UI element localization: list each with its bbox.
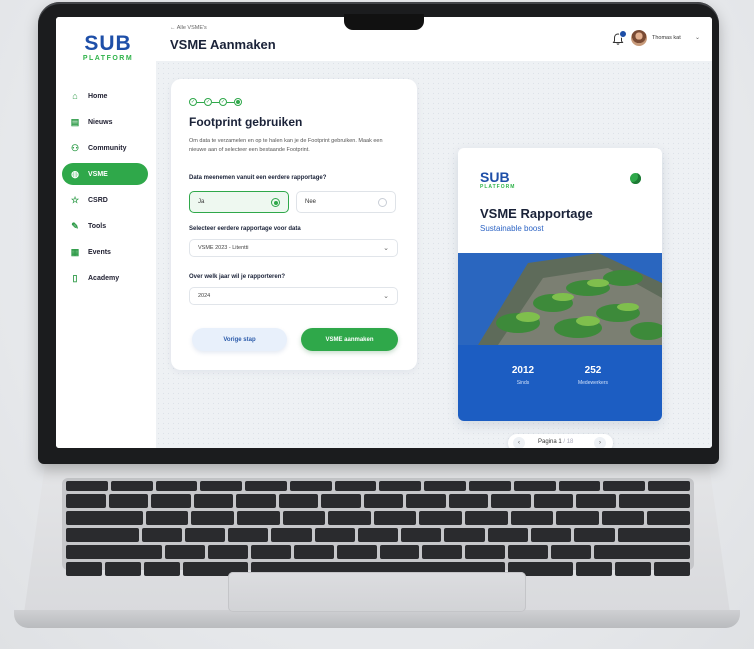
page-indicator: Pagina 1 / 18 [538, 439, 573, 445]
camera-notch [344, 14, 424, 30]
star-icon: ☆ [70, 194, 80, 205]
chevron-down-icon: ⌄ [383, 245, 389, 252]
logo-text: SUB [84, 32, 132, 55]
sidebar-item-nieuws[interactable]: ▤ Nieuws [62, 111, 148, 133]
wizard-card: ✓ ✓ ✓ Footprint gebruiken Om data te ver… [171, 79, 417, 370]
report-select[interactable]: VSME 2023 - Litentti ⌄ [189, 239, 398, 257]
pager: ‹ Pagina 1 / 18 › [508, 434, 613, 448]
building-image [458, 253, 662, 345]
step-complete-icon: ✓ [219, 98, 227, 106]
tools-icon: ✎ [71, 220, 79, 231]
page-total: / 18 [563, 439, 574, 445]
sidebar-item-label: CSRD [88, 196, 108, 204]
sidebar-item-tools[interactable]: ✎ Tools [62, 215, 148, 237]
question-import-label: Data meenemen vanuit een eerdere rapport… [189, 175, 327, 181]
vsme-icon: ◍ [71, 168, 79, 179]
step-connector [197, 101, 204, 103]
preview-logo-text: SUB [480, 169, 510, 185]
sidebar-item-label: VSME [88, 170, 108, 178]
chevron-right-icon[interactable]: › [594, 437, 606, 448]
sidebar-item-vsme[interactable]: ◍ VSME [62, 163, 148, 185]
page-title: VSME Aanmaken [170, 37, 276, 52]
report-select-value: VSME 2023 - Litentti [198, 245, 249, 251]
stat-founded: 2012 Sinds [488, 365, 558, 386]
logo[interactable]: SUB PLATFORM [76, 33, 140, 63]
keyboard [62, 478, 694, 576]
sidebar-item-community[interactable]: ⚇ Community [62, 137, 148, 159]
preview-logo-subtext: PLATFORM [480, 184, 516, 190]
radio-icon[interactable] [378, 198, 387, 207]
preview-stats: 2012 Sinds 252 Medewerkers [458, 345, 662, 421]
wizard-title: Footprint gebruiken [189, 115, 303, 129]
sidebar-item-label: Tools [88, 222, 107, 230]
year-select[interactable]: 2024 ⌄ [189, 287, 398, 305]
notification-badge [619, 30, 627, 38]
sidebar-item-home[interactable]: ⌂ Home [62, 85, 148, 107]
option-no-label: Nee [305, 199, 317, 205]
preview-subtitle: Sustainable boost [480, 224, 544, 233]
stat-founded-value: 2012 [511, 365, 535, 376]
logo-subtext: PLATFORM [82, 55, 134, 62]
stat-employees-value: 252 [584, 365, 602, 376]
trackpad [228, 572, 526, 612]
sidebar-item-label: Home [88, 92, 108, 100]
stat-employees-label: Medewerkers [577, 380, 608, 386]
stat-employees: 252 Medewerkers [558, 365, 628, 386]
home-icon: ⌂ [72, 91, 78, 101]
wizard-description: Om data te verzamelen en op te halen kan… [189, 138, 383, 153]
question-year-label: Over welk jaar wil je rapporteren? [189, 274, 286, 280]
preview-logo: SUB PLATFORM [480, 170, 515, 190]
community-icon: ⚇ [70, 142, 80, 153]
calendar-icon: ▦ [70, 246, 80, 257]
page-current: Pagina 1 [538, 439, 562, 445]
screen: SUB PLATFORM ⌂ Home ▤ Nieuws ⚇ Community… [56, 17, 712, 448]
step-complete-icon: ✓ [204, 98, 212, 106]
step-indicator: ✓ ✓ ✓ [189, 98, 242, 106]
chevron-down-icon[interactable]: ⌄ [695, 34, 700, 41]
question-report-label: Selecteer eerdere rapportage voor data [189, 226, 301, 232]
main-content: ✓ ✓ ✓ Footprint gebruiken Om data te ver… [156, 61, 712, 448]
sidebar-item-label: Nieuws [88, 118, 113, 126]
sidebar-nav: ⌂ Home ▤ Nieuws ⚇ Community ◍ VSME ☆ CSR… [62, 85, 148, 293]
step-connector [227, 101, 234, 103]
step-connector [212, 101, 219, 103]
sidebar-item-label: Events [88, 248, 111, 256]
user-name[interactable]: Thomas kat [652, 35, 681, 41]
chevron-left-icon[interactable]: ‹ [513, 437, 525, 448]
sidebar-item-academy[interactable]: ▯ Academy [62, 267, 148, 289]
previous-step-button[interactable]: Vorige stap [192, 328, 287, 351]
preview-title: VSME Rapportage [480, 206, 593, 221]
sidebar-item-csrd[interactable]: ☆ CSRD [62, 189, 148, 211]
step-current-icon [234, 98, 242, 106]
year-select-value: 2024 [198, 293, 211, 299]
news-icon: ▤ [70, 116, 80, 127]
breadcrumb[interactable]: ← Alle VSME's [170, 25, 207, 31]
chevron-down-icon: ⌄ [383, 293, 389, 300]
stat-founded-label: Sinds [516, 380, 530, 386]
avatar[interactable] [631, 30, 647, 46]
option-yes[interactable]: Ja [189, 191, 289, 213]
sidebar: SUB PLATFORM ⌂ Home ▤ Nieuws ⚇ Community… [56, 17, 157, 448]
option-no[interactable]: Nee [296, 191, 396, 213]
laptop-front-lip [14, 610, 740, 628]
sidebar-item-events[interactable]: ▦ Events [62, 241, 148, 263]
step-complete-icon: ✓ [189, 98, 197, 106]
radio-selected-icon[interactable] [271, 198, 280, 207]
topbar: ← Alle VSME's VSME Aanmaken Thomas kat ⌄ [156, 17, 712, 62]
sidebar-item-label: Community [88, 144, 127, 152]
create-vsme-button[interactable]: VSME aanmaken [301, 328, 398, 351]
sidebar-item-label: Academy [88, 274, 120, 282]
report-preview: SUB PLATFORM VSME Rapportage Sustainable… [458, 148, 662, 421]
globe-icon [630, 173, 641, 184]
option-yes-label: Ja [198, 199, 205, 205]
book-icon: ▯ [72, 272, 78, 283]
